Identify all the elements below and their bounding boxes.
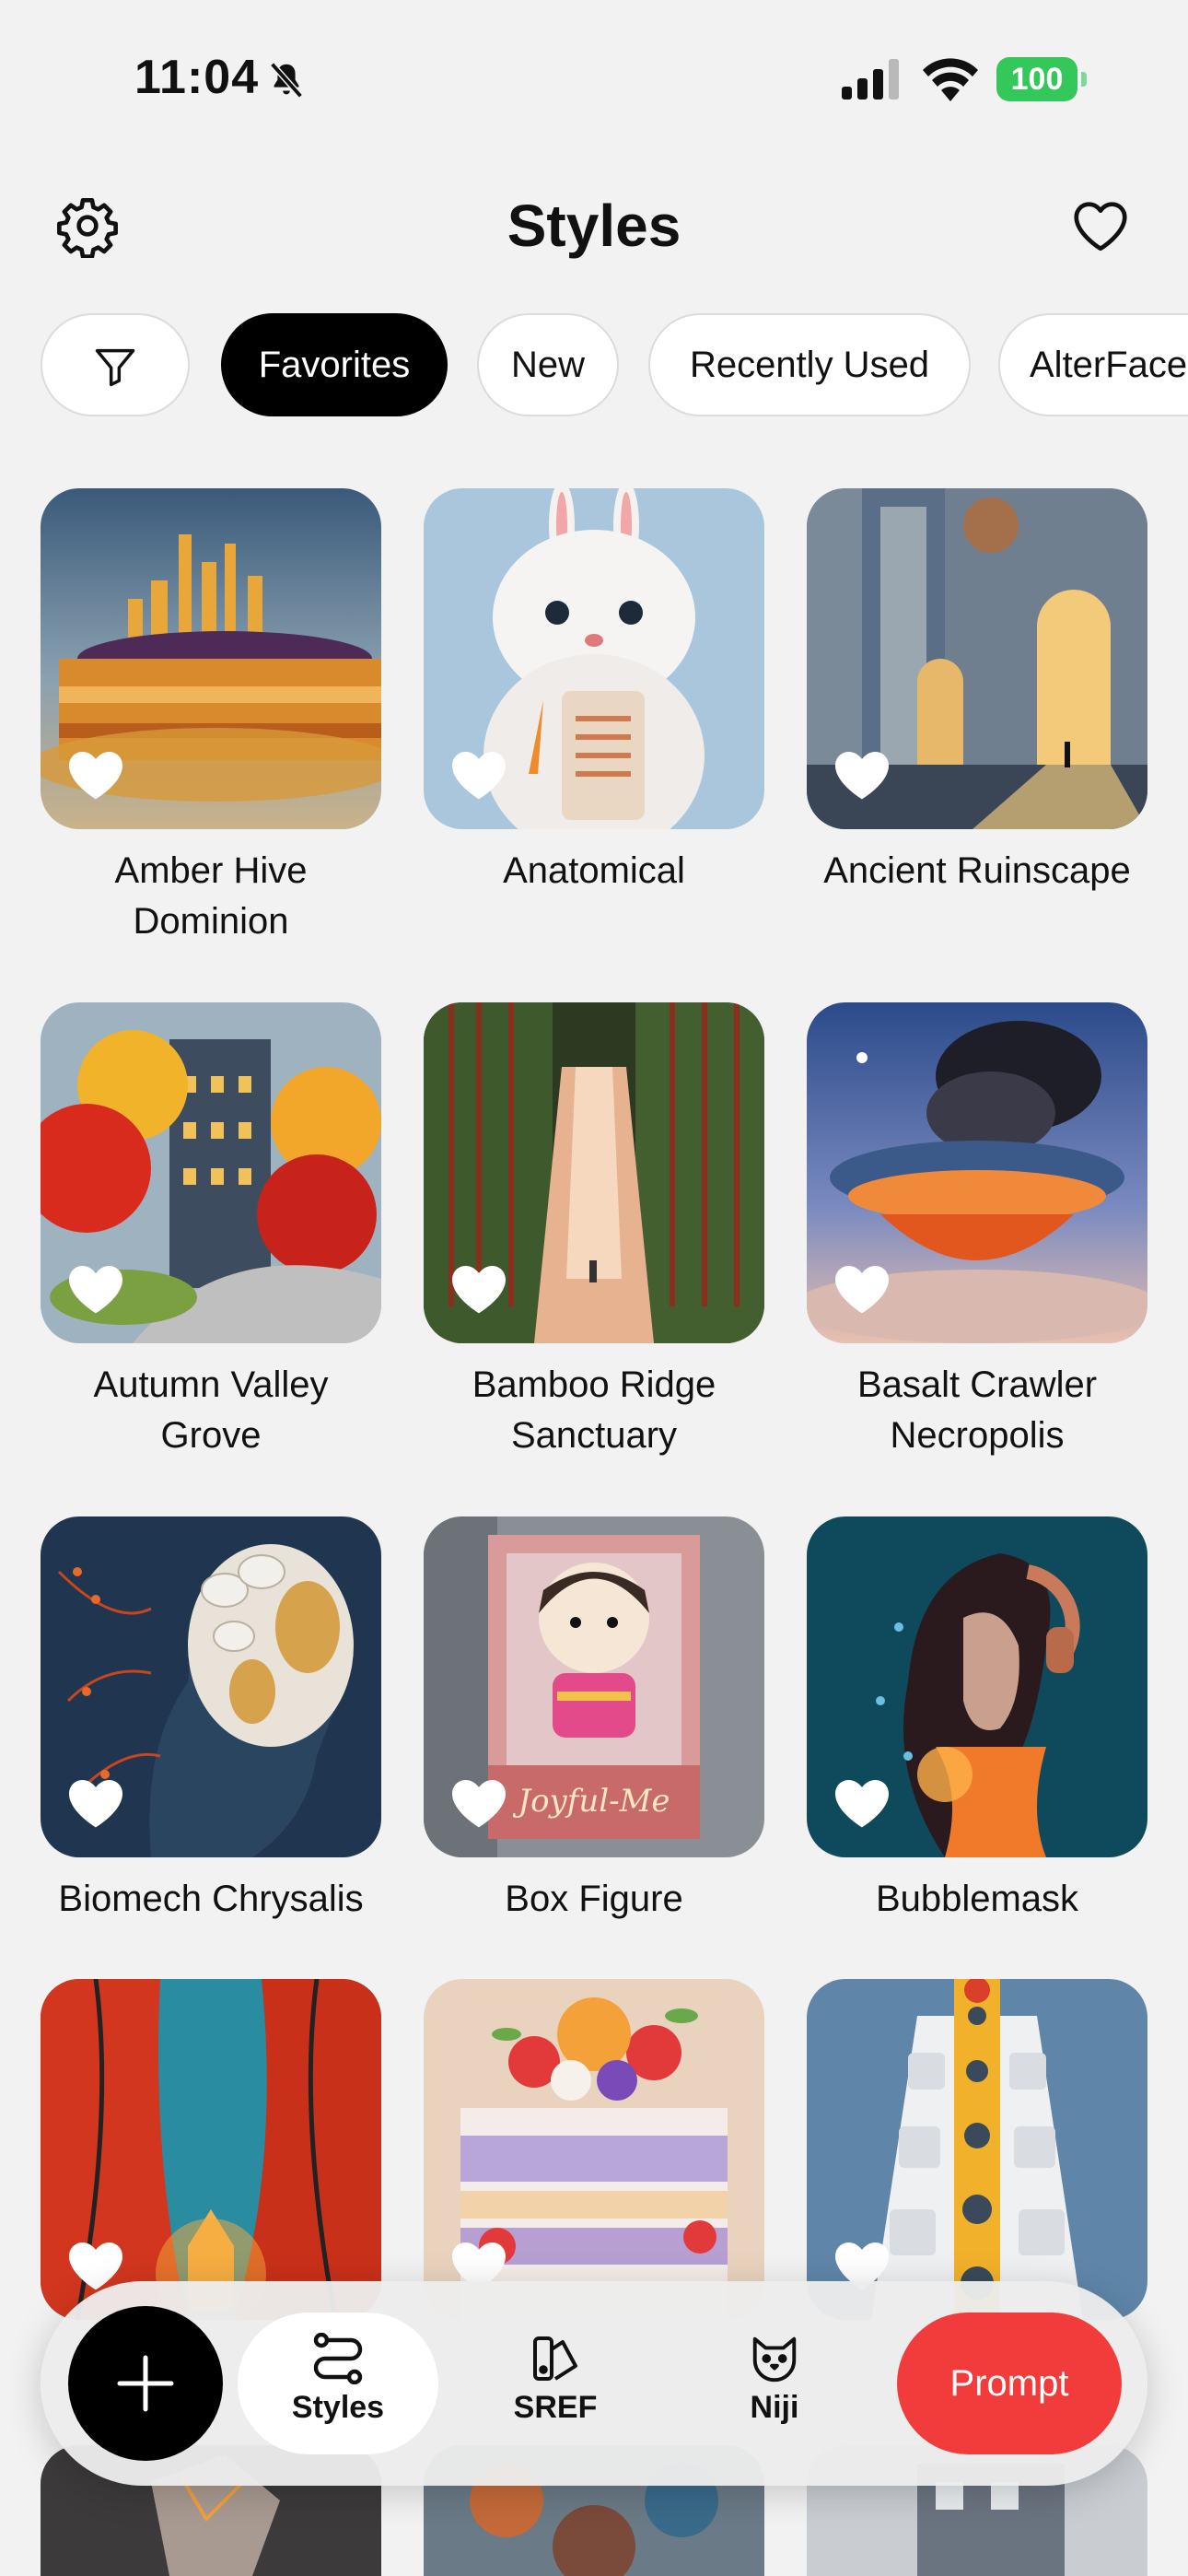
style-thumbnail[interactable] (41, 1002, 381, 1343)
status-time: 11:04 (134, 51, 260, 104)
favorite-heart-icon[interactable] (66, 1262, 125, 1316)
page-title: Styles (507, 193, 681, 259)
plus-icon (117, 2355, 174, 2412)
tab-label: Niji (750, 2390, 799, 2425)
style-card[interactable]: Ancient Ruinscape (807, 488, 1147, 896)
style-name: Anatomical (503, 850, 685, 891)
cellular-signal-icon (842, 59, 899, 100)
prompt-button[interactable]: Prompt (897, 2313, 1122, 2454)
style-thumbnail[interactable] (807, 1979, 1147, 2320)
tab-niji[interactable]: Niji (676, 2313, 873, 2454)
favorite-heart-icon[interactable] (66, 1776, 125, 1830)
chip-recently-used[interactable]: Recently Used (648, 313, 971, 416)
wifi-icon (923, 58, 978, 101)
svg-text:Joyful-Me: Joyful-Me (512, 1783, 670, 1820)
heart-outline-icon[interactable] (1068, 193, 1133, 258)
status-bar: 11:04 100 (0, 0, 1188, 157)
favorite-heart-icon[interactable] (449, 1262, 508, 1316)
filter-chips: Favorites New Recently Used AlterFace (41, 313, 1188, 422)
style-card[interactable]: Autumn Valley Grove (41, 1002, 381, 1461)
chip-alterface[interactable]: AlterFace (998, 313, 1188, 416)
style-name: Biomech Chrysalis (58, 1879, 364, 1919)
sref-icon (533, 2336, 577, 2381)
chip-favorites[interactable]: Favorites (221, 313, 448, 416)
style-name: Ancient Ruinscape (823, 850, 1131, 891)
favorite-heart-icon[interactable] (449, 1776, 508, 1830)
tab-sref[interactable]: SREF (457, 2313, 654, 2454)
tab-label: SREF (513, 2390, 598, 2425)
style-name: Basalt Crawler Necropolis (856, 1364, 1098, 1456)
header: Styles (0, 166, 1188, 286)
style-thumbnail[interactable] (807, 1516, 1147, 1857)
bottom-navigation-bar: Styles SREF Niji Prompt (41, 2281, 1147, 2486)
style-card[interactable]: Bamboo Ridge Sanctuary (424, 1002, 764, 1461)
style-name: Bamboo Ridge Sanctuary (472, 1364, 716, 1456)
style-name: Amber Hive Dominion (114, 850, 308, 942)
cat-icon (752, 2336, 797, 2383)
favorite-heart-icon[interactable] (66, 748, 125, 802)
style-card[interactable]: Amber Hive Dominion (41, 488, 381, 947)
favorite-heart-icon[interactable] (449, 748, 508, 802)
style-thumbnail[interactable] (41, 1979, 381, 2320)
favorite-heart-icon[interactable] (833, 1262, 891, 1316)
style-card[interactable]: Basalt Crawler Necropolis (807, 1002, 1147, 1461)
add-button[interactable] (68, 2306, 223, 2461)
style-thumbnail[interactable] (424, 1979, 764, 2320)
style-card[interactable]: Joyful-Me Box Figure (424, 1516, 764, 1925)
filter-funnel-icon (95, 348, 135, 387)
styles-grid: Amber Hive Dominion Anatomical Ancient R… (0, 488, 1188, 2576)
battery-icon: 100 (996, 57, 1087, 101)
style-name: Box Figure (505, 1879, 683, 1919)
favorite-heart-icon[interactable] (833, 748, 891, 802)
style-card[interactable]: Anatomical (424, 488, 764, 896)
favorite-heart-icon[interactable] (833, 1776, 891, 1830)
filter-button[interactable] (41, 313, 190, 416)
style-card[interactable]: Bubblemask (807, 1516, 1147, 1925)
style-thumbnail[interactable] (41, 488, 381, 829)
bell-slash-icon (270, 62, 303, 99)
style-name: Bubblemask (875, 1879, 1079, 1919)
tab-styles[interactable]: Styles (238, 2313, 438, 2454)
style-thumbnail[interactable]: Joyful-Me (424, 1516, 764, 1857)
styles-icon (313, 2333, 363, 2384)
style-thumbnail[interactable] (41, 1516, 381, 1857)
style-thumbnail[interactable] (807, 488, 1147, 829)
style-name: Autumn Valley Grove (93, 1364, 329, 1456)
tab-label: Styles (291, 2390, 385, 2425)
style-card[interactable]: Biomech Chrysalis (41, 1516, 381, 1925)
chip-new[interactable]: New (477, 313, 619, 416)
style-thumbnail[interactable] (424, 1002, 764, 1343)
style-thumbnail[interactable] (424, 488, 764, 829)
battery-level: 100 (996, 57, 1077, 101)
style-thumbnail[interactable] (807, 1002, 1147, 1343)
